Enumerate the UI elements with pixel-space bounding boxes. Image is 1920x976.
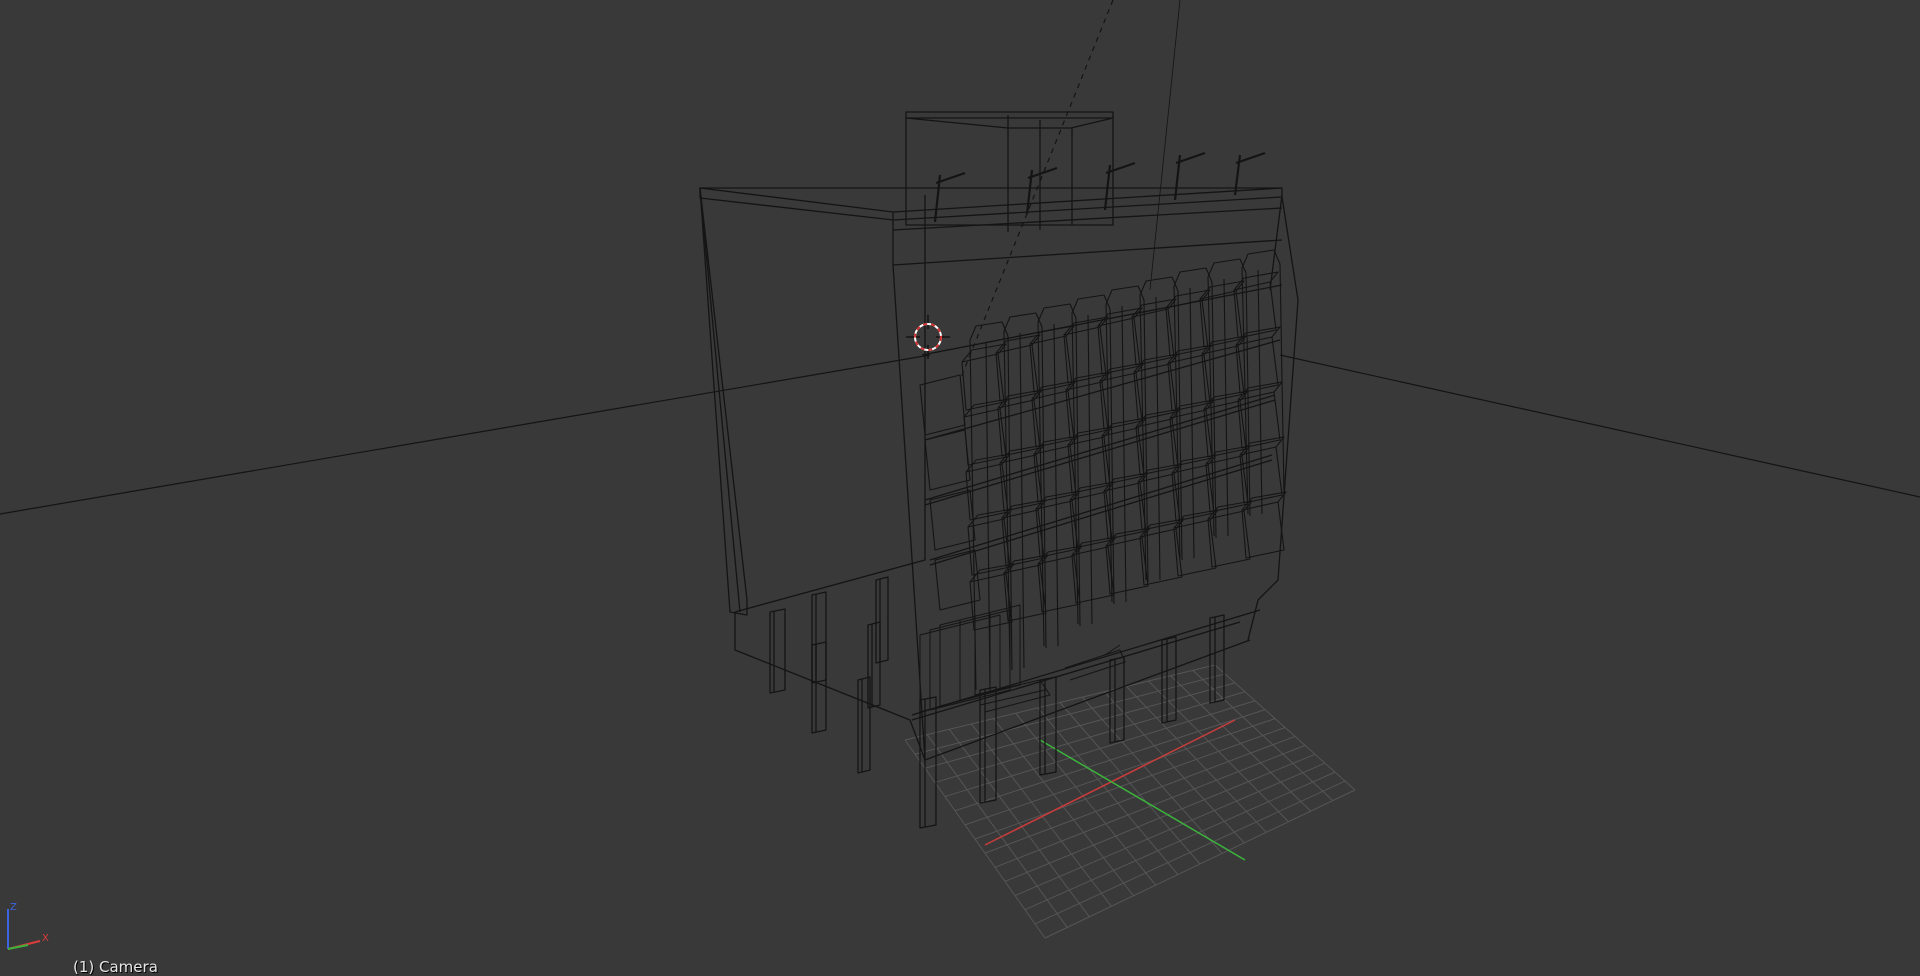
window-box-top xyxy=(961,343,1007,363)
window-box-top xyxy=(1035,490,1081,510)
front-legs xyxy=(919,614,1225,829)
window-box xyxy=(963,408,1007,466)
grid-line xyxy=(1170,675,1312,812)
window-box-top xyxy=(1001,499,1047,519)
bay-arch xyxy=(1105,285,1145,305)
grid-line xyxy=(1148,680,1289,823)
grid-line xyxy=(1126,686,1267,833)
window-box-top xyxy=(995,334,1041,354)
leg xyxy=(875,576,889,664)
window-box-top xyxy=(1065,371,1111,391)
grid-floor xyxy=(904,664,1356,939)
3d-viewport[interactable]: Z X (1) Camera xyxy=(0,0,1920,976)
bay-pillar xyxy=(1121,305,1127,603)
leg xyxy=(811,591,827,684)
leg xyxy=(769,608,786,694)
grid-line xyxy=(1044,789,1356,939)
window-box-top xyxy=(1207,500,1253,520)
building-wireframe[interactable] xyxy=(699,111,1299,829)
perspective-lines xyxy=(0,0,1920,515)
window-box-top xyxy=(1131,298,1177,318)
bay-arch xyxy=(1173,267,1213,287)
bay-arch xyxy=(1037,303,1077,323)
bay-arch xyxy=(1003,312,1043,332)
window-box-top xyxy=(1029,325,1075,345)
window-box xyxy=(961,353,1005,411)
bay-side xyxy=(1143,299,1149,583)
bay-side xyxy=(1003,330,1011,669)
window-box-top xyxy=(967,508,1013,528)
bay-pillar xyxy=(1155,296,1161,581)
grid-line xyxy=(1024,771,1336,911)
bay-side xyxy=(1245,272,1251,517)
bay-arch xyxy=(1071,294,1111,314)
window-box-top xyxy=(1167,344,1213,364)
bay-arch xyxy=(969,321,1009,341)
scene-canvas[interactable] xyxy=(0,0,1920,975)
grid-line xyxy=(1034,780,1346,925)
bay-arch xyxy=(1139,276,1179,296)
bay-arch xyxy=(1207,258,1247,278)
leg xyxy=(1161,636,1177,724)
window-box-top xyxy=(1069,481,1115,501)
window-box xyxy=(919,374,966,436)
window-box-top xyxy=(1241,491,1287,511)
bay-pillar xyxy=(1087,314,1093,625)
bay-pillar xyxy=(1257,269,1263,515)
bay-pillar xyxy=(1223,278,1229,537)
3d-cursor[interactable] xyxy=(906,315,950,359)
axis-gizmo: Z X xyxy=(7,902,49,950)
gizmo-x-label: X xyxy=(42,933,49,944)
bay-side xyxy=(1173,285,1181,559)
window-box xyxy=(969,573,1013,631)
window-box-top xyxy=(1165,289,1211,309)
bay-side xyxy=(1279,263,1285,495)
grid-line xyxy=(1081,696,1223,854)
grid-line xyxy=(1103,691,1245,844)
grid-line xyxy=(1214,664,1356,791)
window-box-top xyxy=(1133,353,1179,373)
left-legs xyxy=(769,576,889,774)
window-box xyxy=(924,429,971,491)
grid-line xyxy=(974,727,1286,840)
window-box-top xyxy=(1173,509,1219,529)
object-info-label: (1) Camera xyxy=(73,958,158,976)
window-box-top xyxy=(1099,362,1145,382)
leg xyxy=(811,641,827,734)
window-box-top xyxy=(1137,463,1183,483)
window-box-top xyxy=(1103,472,1149,492)
grid-y-axis xyxy=(1039,739,1246,861)
bay-pillar xyxy=(1053,323,1059,647)
ground-floor-detail xyxy=(919,604,1126,713)
gizmo-z-label: Z xyxy=(10,902,17,913)
